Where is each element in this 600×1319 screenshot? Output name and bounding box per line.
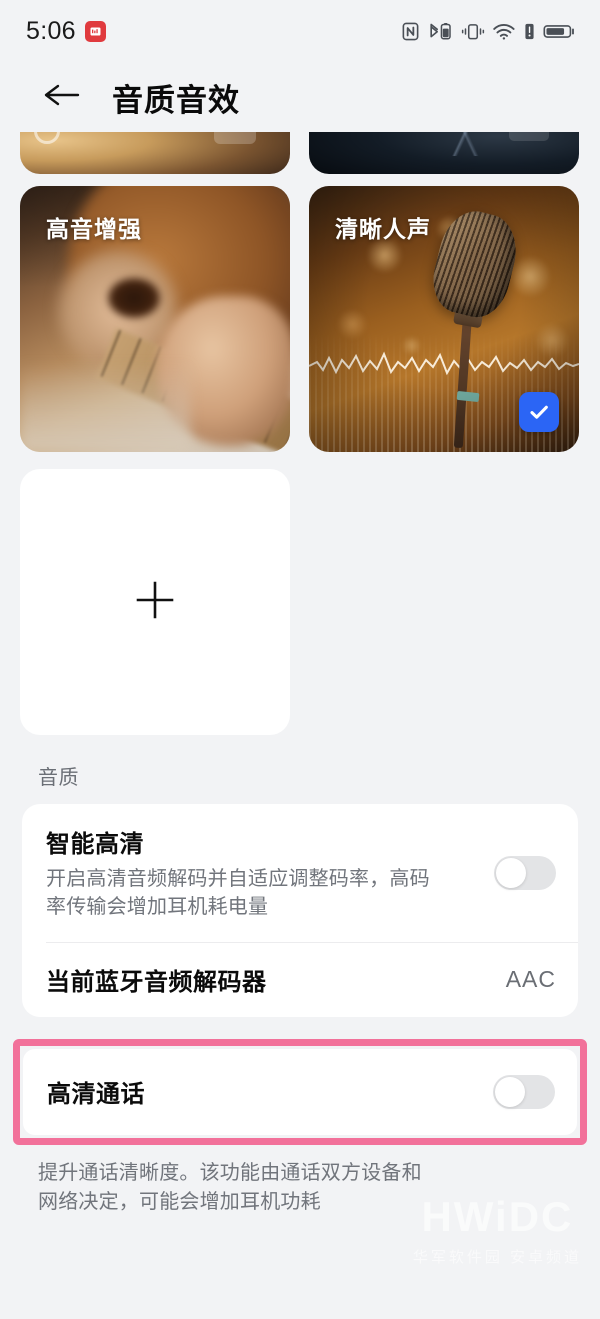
effect-card-label: 高音增强 (46, 216, 142, 242)
row-title: 智能高清 (46, 831, 144, 858)
status-bar: 5:06 (0, 0, 600, 62)
sound-quality-card-group: 智能高清 开启高清音频解码并自适应调整码率，高码率传输会增加耳机耗电量 当前蓝牙… (22, 804, 578, 1017)
effect-card-label: 清晰人声 (335, 216, 431, 242)
row-subtitle: 开启高清音频解码并自适应调整码率，高码率传输会增加耳机耗电量 (46, 868, 430, 919)
gold-effect-card[interactable] (20, 132, 290, 174)
toggle-knob (496, 857, 526, 888)
add-effect-card[interactable] (20, 469, 290, 735)
status-bar-left: 5:06 (26, 17, 106, 46)
bluetooth-battery-icon (427, 22, 454, 41)
smart-hd-toggle[interactable] (494, 855, 556, 890)
calendar-app-icon (84, 20, 106, 42)
effect-card-treble-boost[interactable]: 高音增强 (20, 186, 290, 452)
gold-card-artwork (20, 132, 290, 174)
status-bar-right (401, 22, 576, 41)
dark-card-artwork (309, 132, 579, 174)
row-bluetooth-codec-text: 当前蓝牙音频解码器 (46, 962, 506, 997)
plus-icon (131, 576, 179, 629)
dark-effect-card[interactable] (309, 132, 579, 174)
signal-alert-icon (523, 22, 536, 41)
page-title: 音质音效 (112, 82, 240, 118)
row-hd-call[interactable]: 高清通话 (23, 1049, 577, 1135)
row-smart-hd-text: 智能高清 开启高清音频解码并自适应调整码率，高码率传输会增加耳机耗电量 (46, 824, 494, 922)
row-hd-call-text: 高清通话 (47, 1074, 493, 1109)
hd-call-card-group: 高清通话 (23, 1048, 577, 1135)
toggle-knob (495, 1076, 525, 1107)
guitar-sound-hole (108, 278, 160, 318)
scroll-content[interactable]: 高音增强 清晰人声 音质 智能高清 开启高清音频解码并自适应调整码率，高码率传输… (0, 132, 600, 1217)
row-title: 高清通话 (47, 1081, 145, 1109)
highlight-annotation-box: 高清通话 (13, 1038, 587, 1145)
gold-card-chip (214, 132, 256, 144)
row-title: 当前蓝牙音频解码器 (46, 969, 267, 997)
watermark-sub: 华军软件园 安卓频道 (412, 1249, 582, 1266)
status-time: 5:06 (26, 16, 76, 45)
check-icon[interactable] (519, 392, 559, 432)
effect-card-grid: 高音增强 清晰人声 (0, 186, 600, 735)
wifi-icon (492, 22, 516, 41)
vibrate-icon (461, 22, 485, 41)
effect-card-grid-top (0, 132, 600, 174)
hd-call-footnote: 提升通话清晰度。该功能由通话双方设备和网络决定，可能会增加耳机功耗 (38, 1161, 422, 1213)
row-smart-hd[interactable]: 智能高清 开启高清音频解码并自适应调整码率，高码率传输会增加耳机耗电量 (22, 804, 578, 942)
back-arrow-icon (42, 80, 82, 115)
guitar-light-wash (20, 362, 190, 452)
bluetooth-codec-value: AAC (505, 966, 556, 993)
nfc-icon (401, 22, 420, 41)
battery-icon (543, 22, 576, 41)
page-header: 音质音效 (0, 62, 600, 132)
section-title-sound-quality: 音质 (38, 767, 79, 789)
hd-call-toggle[interactable] (493, 1074, 555, 1109)
back-button[interactable] (42, 77, 82, 117)
row-bluetooth-codec[interactable]: 当前蓝牙音频解码器 AAC (22, 943, 578, 1017)
effect-card-clear-vocal[interactable]: 清晰人声 (309, 186, 579, 452)
dark-card-chip (509, 132, 549, 141)
